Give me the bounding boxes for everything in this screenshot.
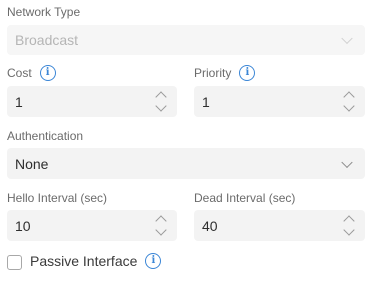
passive-interface-checkbox[interactable]	[7, 255, 22, 270]
authentication-value: None	[15, 155, 49, 172]
hello-interval-input[interactable]: 10	[7, 210, 177, 241]
chevron-down-icon[interactable]	[343, 224, 355, 236]
chevron-down-icon[interactable]	[155, 100, 167, 112]
network-type-value: Broadcast	[15, 32, 79, 48]
cost-label: Cost i	[7, 65, 56, 81]
authentication-label-text: Authentication	[7, 129, 84, 143]
network-type-select: Broadcast	[7, 25, 365, 55]
cost-value: 1	[15, 93, 23, 110]
cost-label-text: Cost	[7, 66, 32, 80]
info-icon[interactable]: i	[239, 65, 256, 81]
priority-label-text: Priority	[194, 66, 232, 80]
dead-interval-value: 40	[202, 217, 218, 234]
chevron-down-icon	[341, 32, 353, 45]
network-type-label-text: Network Type	[7, 5, 81, 19]
priority-label: Priority i	[194, 65, 256, 81]
info-icon[interactable]: i	[39, 65, 56, 81]
authentication-select[interactable]: None	[7, 148, 365, 179]
chevron-down-icon[interactable]	[341, 156, 353, 168]
passive-interface-label[interactable]: Passive Interface i	[30, 253, 162, 269]
priority-input[interactable]: 1	[194, 86, 365, 117]
chevron-down-icon[interactable]	[343, 100, 355, 112]
cost-input[interactable]: 1	[7, 86, 177, 117]
passive-interface-label-text[interactable]: Passive Interface	[30, 253, 137, 269]
hello-interval-stepper[interactable]	[153, 213, 169, 238]
hello-interval-value: 10	[15, 217, 31, 234]
dead-interval-stepper[interactable]	[341, 213, 357, 238]
priority-stepper[interactable]	[341, 89, 357, 114]
priority-value: 1	[202, 93, 210, 110]
hello-interval-label: Hello Interval (sec)	[7, 191, 107, 205]
chevron-down-icon[interactable]	[155, 224, 167, 236]
cost-stepper[interactable]	[153, 89, 169, 114]
network-type-label: Network Type	[7, 5, 80, 19]
dead-interval-label-text: Dead Interval (sec)	[194, 191, 296, 205]
hello-interval-label-text: Hello Interval (sec)	[7, 191, 108, 205]
dead-interval-input[interactable]: 40	[194, 210, 365, 241]
authentication-label: Authentication	[7, 129, 83, 143]
dead-interval-label: Dead Interval (sec)	[194, 191, 295, 205]
info-icon[interactable]: i	[145, 253, 162, 269]
